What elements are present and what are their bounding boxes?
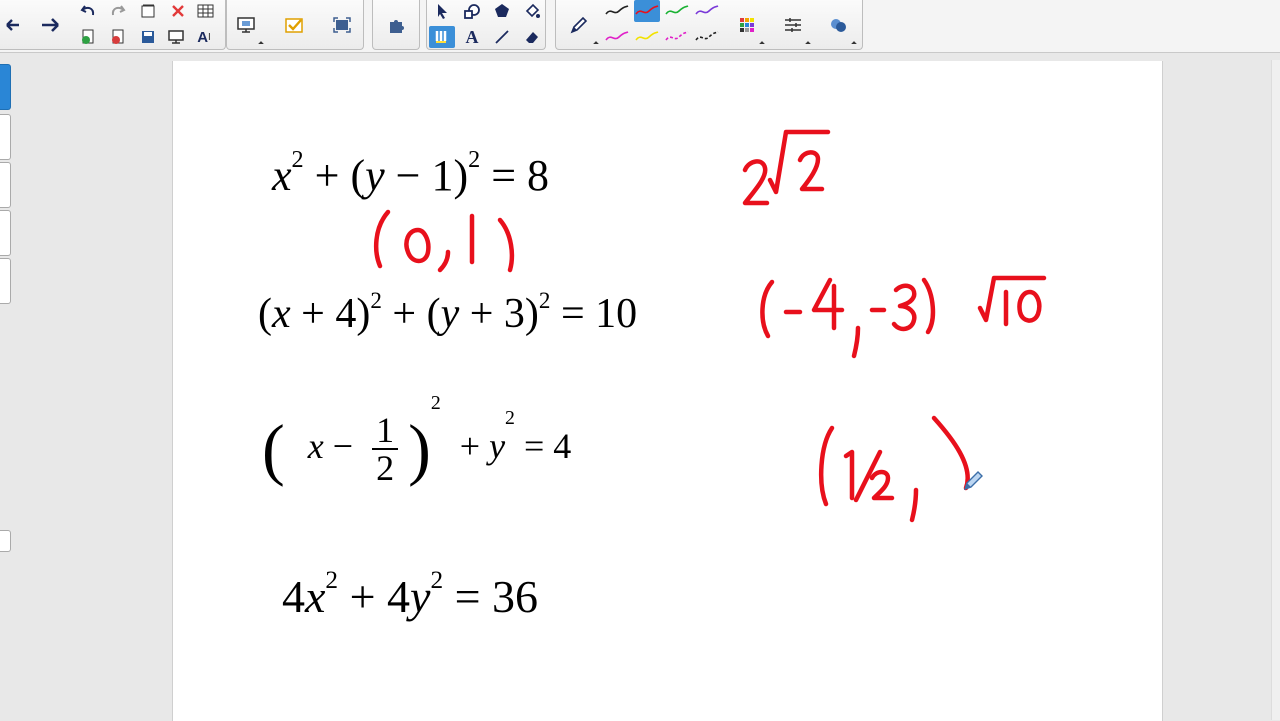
text-icon[interactable]: A (459, 26, 485, 48)
side-tab-properties[interactable] (0, 210, 11, 256)
color-palette-icon[interactable] (732, 3, 762, 47)
undo-icon[interactable] (75, 0, 101, 22)
side-tabs (0, 60, 12, 720)
pen-icon[interactable] (564, 3, 594, 47)
pen-green-swatch-icon[interactable] (664, 0, 690, 22)
equation-3: ( x − 1 2)2 + y2 = 4 (262, 392, 572, 488)
fraction-one-half: 12 (372, 412, 399, 488)
shapes-icon[interactable] (459, 0, 485, 22)
side-tab-gallery[interactable] (0, 114, 11, 160)
add-on-puzzle-icon[interactable] (382, 3, 412, 47)
pen-red-swatch-icon[interactable] (634, 0, 660, 22)
table-icon[interactable] (193, 0, 219, 22)
capture-icon[interactable] (327, 3, 357, 47)
pen-properties-group (555, 0, 863, 50)
side-tab-page-sorter[interactable] (0, 64, 11, 110)
pen-yellow-swatch-icon[interactable] (634, 26, 660, 48)
equation-2: (x + 4)2 + (y + 3)2 = 10 (258, 286, 638, 337)
main-toolbar: AI A (0, 0, 1280, 53)
redo-icon[interactable] (105, 0, 131, 22)
pen-black-dashed-swatch-icon[interactable] (694, 26, 720, 48)
back-arrow-icon[interactable] (0, 3, 27, 47)
delete-icon[interactable] (165, 0, 191, 22)
line-icon[interactable] (489, 26, 515, 48)
select-arrow-icon[interactable] (429, 0, 455, 22)
pen-dropdown-icon[interactable] (593, 41, 599, 47)
add-page-icon[interactable] (75, 26, 101, 48)
remove-page-icon[interactable] (105, 26, 131, 48)
pen-black-swatch-icon[interactable] (604, 0, 630, 22)
pen-cursor-icon (962, 470, 984, 492)
side-tab-add-ons[interactable] (0, 258, 11, 304)
pens-tool-icon[interactable] (429, 26, 455, 48)
pen-purple-swatch-icon[interactable] (694, 0, 720, 22)
polygon-icon[interactable] (489, 0, 515, 22)
display-tools-group (226, 0, 364, 50)
line-style-icon[interactable] (778, 3, 808, 47)
side-tab-auto-hide[interactable] (0, 530, 11, 552)
fill-icon[interactable] (519, 0, 545, 22)
equation-1: x2 + (y − 1)2 = 8 (272, 146, 550, 200)
screen-shade-icon[interactable] (231, 3, 261, 47)
pen-magenta-dashed-swatch-icon[interactable] (664, 26, 690, 48)
magic-pen-icon[interactable] (824, 3, 854, 47)
pen-magenta-swatch-icon[interactable] (604, 26, 630, 48)
page-tools-group: AI (0, 0, 226, 50)
vertical-scrollbar[interactable] (1271, 60, 1280, 720)
text-tool-icon[interactable]: AI (191, 26, 217, 48)
save-icon[interactable] (135, 26, 161, 48)
equation-4: 4x2 + 4y2 = 36 (282, 566, 539, 622)
insert-page-icon[interactable] (135, 0, 161, 22)
side-tab-attachments[interactable] (0, 162, 11, 208)
eraser-icon[interactable] (519, 26, 545, 48)
object-tools-group: A (426, 0, 546, 50)
check-tool-icon[interactable] (279, 3, 309, 47)
display-icon[interactable] (163, 26, 189, 48)
forward-arrow-icon[interactable] (35, 3, 65, 47)
add-on-group (372, 0, 420, 50)
